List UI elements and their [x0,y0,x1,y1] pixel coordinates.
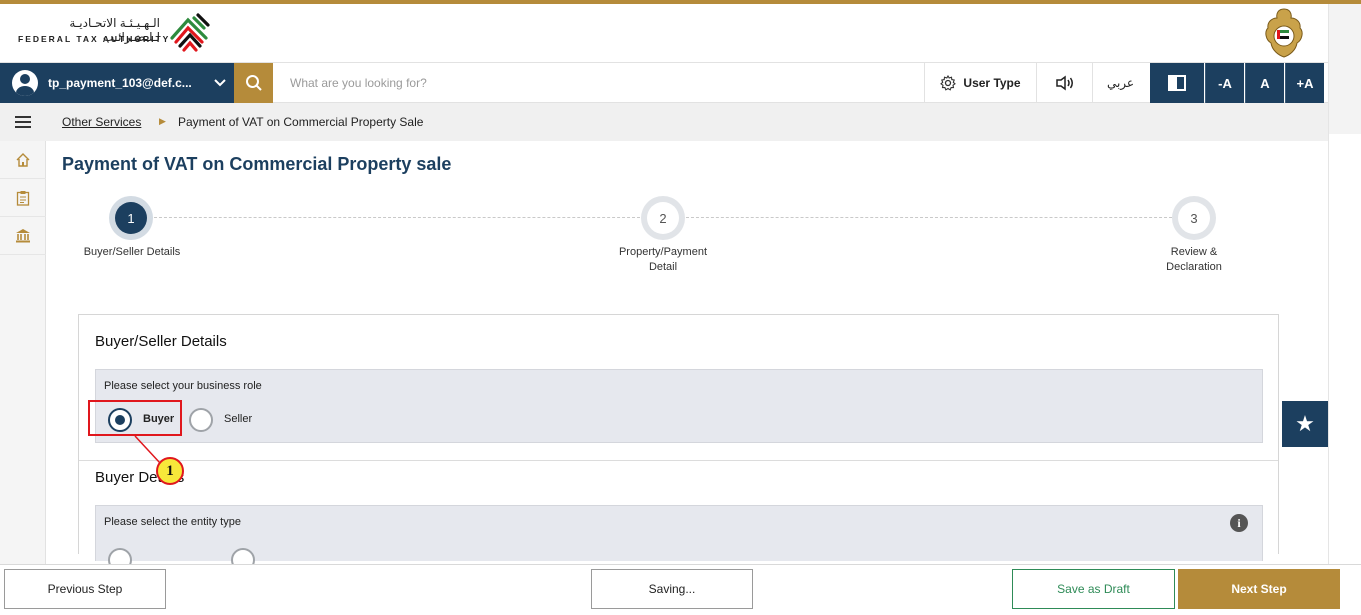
seller-radio-label[interactable]: Seller [224,413,252,425]
hamburger-icon [15,116,31,128]
step-2-label: Property/Payment Detail [593,245,733,275]
bank-icon [16,228,30,242]
form-card: Buyer/Seller Details Please select your … [78,314,1279,572]
page-scrollbar[interactable] [1328,4,1361,564]
user-menu[interactable]: tp_payment_103@def.c... [0,63,234,103]
user-avatar-icon [12,70,38,96]
menu-toggle-button[interactable] [0,103,46,141]
breadcrumb-current: Payment of VAT on Commercial Property Sa… [178,115,424,129]
sidebar-item-returns[interactable] [0,179,46,217]
font-increase-button[interactable]: +A [1285,63,1324,103]
sidebar-item-bank[interactable] [0,217,46,255]
breadcrumb-bar: Other Services ▶ Payment of VAT on Comme… [0,103,1328,141]
home-icon [16,152,30,167]
step-3-indicator: 3 [1172,196,1216,240]
save-as-draft-button[interactable]: Save as Draft [1012,569,1175,609]
callout-badge: 1 [156,457,184,485]
page-title: Payment of VAT on Commercial Property sa… [62,154,452,174]
scrollbar-thumb[interactable] [1329,4,1361,134]
saving-button[interactable]: Saving... [591,569,753,609]
step-1-label: Buyer/Seller Details [62,245,202,260]
font-normal-button[interactable]: A [1245,63,1284,103]
side-navigation [0,141,46,564]
font-decrease-button[interactable]: -A [1205,63,1244,103]
next-step-button[interactable]: Next Step [1178,569,1340,609]
step-2-label-line1: Property/Payment [618,246,708,258]
gear-icon [940,75,957,91]
speaker-icon [1055,75,1073,91]
chevron-down-icon [214,79,226,87]
step-2-number: 2 [647,202,679,234]
contrast-icon [1168,75,1186,91]
user-type-button[interactable]: User Type [924,63,1036,103]
star-icon: ★ [1295,411,1315,436]
top-toolbar: tp_payment_103@def.c... User Type عربي -… [0,62,1328,103]
text-to-speech-button[interactable] [1036,63,1092,103]
breadcrumb-other-services[interactable]: Other Services [62,115,141,129]
step-3-label-line2: Declaration [1166,261,1222,273]
step-3-label-line1: Review & [1170,246,1218,258]
stepper-connector [686,217,1172,218]
entity-type-panel: Please select the entity type [95,505,1263,572]
step-1-label-line1: Buyer/Seller Details [83,246,181,258]
step-3-label: Review & Declaration [1124,245,1264,275]
search-button[interactable] [234,63,273,103]
stepper-connector [154,217,640,218]
user-type-label: User Type [963,76,1021,90]
search-icon [245,75,262,91]
business-role-panel: Please select your business role Buyer S… [95,369,1263,443]
highlight-box [88,400,182,436]
sidebar-item-home[interactable] [0,141,46,179]
logo-text-english: FEDERAL TAX AUTHORITY [18,34,171,44]
uae-emblem-icon [1265,8,1303,58]
step-3-number: 3 [1178,202,1210,234]
business-role-label: Please select your business role [104,380,262,392]
section-divider [79,460,1278,461]
step-1-number: 1 [115,202,147,234]
user-email: tp_payment_103@def.c... [48,76,192,90]
step-1-indicator: 1 [109,196,153,240]
contrast-toggle-button[interactable] [1150,63,1204,103]
seller-radio[interactable] [189,408,213,432]
previous-step-button[interactable]: Previous Step [4,569,166,609]
step-2-label-line2: Detail [648,261,678,273]
favorite-button[interactable]: ★ [1282,401,1328,447]
footer-actions: Previous Step Saving... Save as Draft Ne… [0,564,1361,615]
step-2-indicator: 2 [641,196,685,240]
clipboard-icon [16,190,30,206]
buyer-seller-section-title: Buyer/Seller Details [95,333,227,350]
breadcrumb-separator-icon: ▶ [159,116,166,126]
site-header: الـهـيـئـة الاتحـاديـة لـلـضـرائـب FEDER… [0,4,1328,62]
fta-logo-icon[interactable] [164,8,214,58]
search-input[interactable] [280,69,880,97]
language-toggle[interactable]: عربي [1092,63,1148,103]
info-icon[interactable]: i [1230,514,1248,532]
entity-type-label: Please select the entity type [104,516,241,528]
